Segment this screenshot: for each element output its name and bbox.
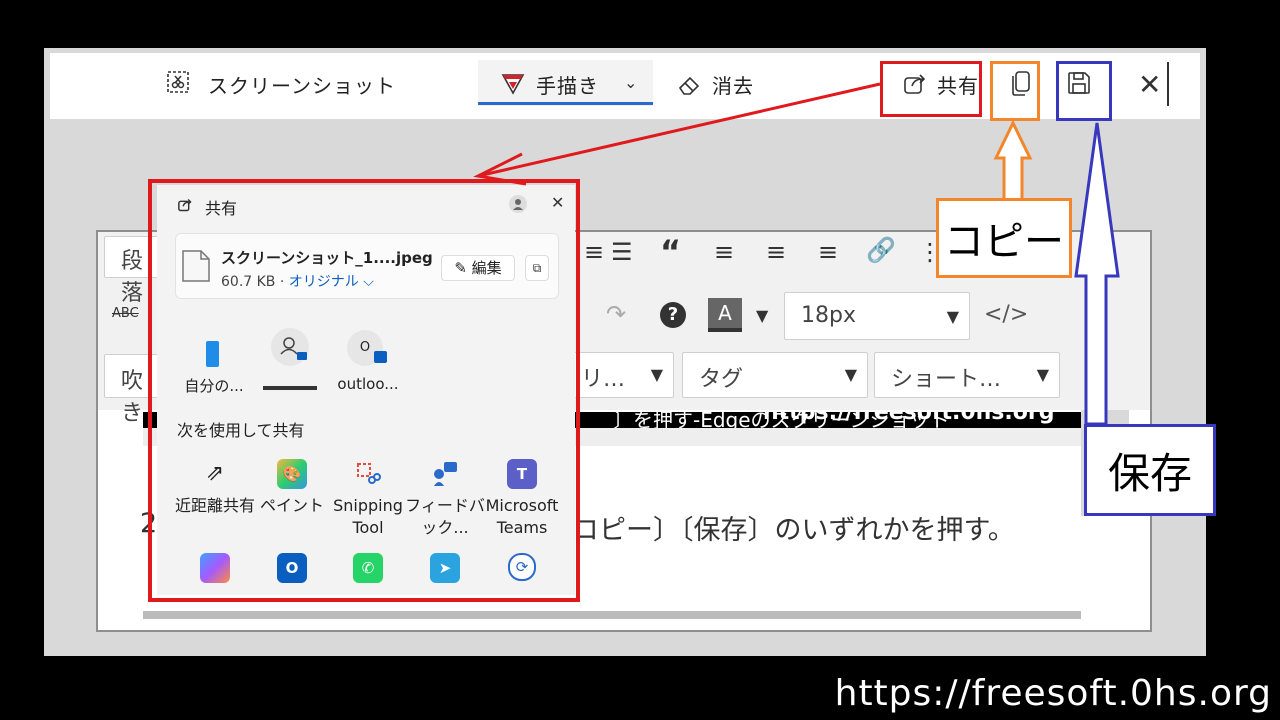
site-url: https://freesoft.0hs.org [834,673,1272,714]
save-up-arrow [1074,122,1120,426]
copy-up-arrow [993,119,1033,202]
copy-callout: コピー [936,198,1072,278]
save-callout: 保存 [1084,424,1216,516]
share-pointer-arrow [473,82,881,186]
annotation-arrows [473,82,1120,426]
